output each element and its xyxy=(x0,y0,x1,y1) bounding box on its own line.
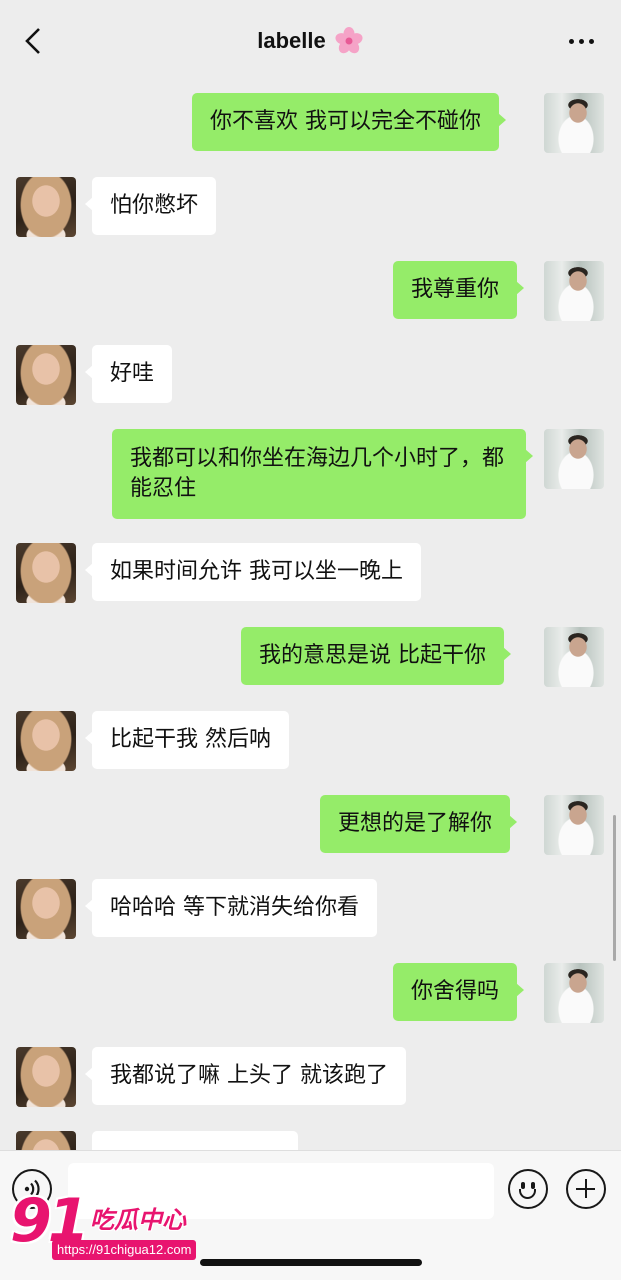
more-functions-button[interactable] xyxy=(566,1169,606,1209)
my-avatar[interactable] xyxy=(544,93,604,153)
my-avatar[interactable] xyxy=(544,627,604,687)
contact-avatar[interactable] xyxy=(16,1047,76,1107)
message-bubble[interactable]: 我尊重你 xyxy=(393,261,525,319)
more-dots-icon xyxy=(568,38,574,44)
message-text: 怕你憋坏 xyxy=(110,193,199,218)
message-text: 更想的是了解你 xyxy=(338,811,493,836)
message-text: 我都可以和你坐在海边几个小时了，都能忍住 xyxy=(130,446,505,501)
message-bubble[interactable]: 我都可以和你坐在海边几个小时了，都能忍住 xyxy=(112,429,533,519)
message-text: 如果时间允许 我可以坐一晚上 xyxy=(110,559,403,584)
chevron-left-icon xyxy=(25,28,40,54)
my-avatar[interactable] xyxy=(544,429,604,489)
back-button[interactable] xyxy=(18,24,48,58)
watermark-url: https://91chigua12.com xyxy=(52,1240,197,1260)
message-text: 你不喜欢 我可以完全不碰你 xyxy=(210,109,481,134)
message-list[interactable]: 你不喜欢 我可以完全不碰你 怕你憋坏 我尊重你 好哇 我都可以和你坐在海边几个小… xyxy=(0,82,621,1150)
message-text: 我的意思是说 比起干你 xyxy=(259,643,486,668)
chat-header: labelle xyxy=(0,0,621,82)
message-bubble[interactable] xyxy=(92,1131,298,1150)
message-bubble[interactable]: 如果时间允许 我可以坐一晚上 xyxy=(85,543,421,601)
message-text: 比起干我 然后呐 xyxy=(110,727,271,752)
scrollbar[interactable] xyxy=(613,815,616,961)
message-text: 好哇 xyxy=(110,361,155,386)
message-text: 你舍得吗 xyxy=(411,979,500,1004)
contact-name: labelle xyxy=(257,28,326,53)
contact-avatar[interactable] xyxy=(16,879,76,939)
message-bubble[interactable]: 你舍得吗 xyxy=(393,963,525,1021)
watermark: 91 吃瓜中心 https://91chigua12.com xyxy=(6,1190,206,1270)
message-bubble[interactable]: 你不喜欢 我可以完全不碰你 xyxy=(192,93,506,151)
contact-avatar[interactable] xyxy=(16,1131,76,1150)
message-bubble[interactable]: 我都说了嘛 上头了 就该跑了 xyxy=(85,1047,406,1105)
contact-avatar[interactable] xyxy=(16,177,76,237)
message-bubble[interactable]: 哈哈哈 等下就消失给你看 xyxy=(85,879,377,937)
message-bubble[interactable]: 更想的是了解你 xyxy=(320,795,518,853)
contact-avatar[interactable] xyxy=(16,345,76,405)
message-bubble[interactable]: 怕你憋坏 xyxy=(84,177,217,235)
my-avatar[interactable] xyxy=(544,261,604,321)
message-bubble[interactable]: 比起干我 然后呐 xyxy=(85,711,289,769)
my-avatar[interactable] xyxy=(544,795,604,855)
message-bubble[interactable]: 我的意思是说 比起干你 xyxy=(241,627,511,685)
message-text: 我尊重你 xyxy=(411,277,500,302)
message-bubble[interactable]: 好哇 xyxy=(84,345,173,403)
message-text: 我都说了嘛 上头了 就该跑了 xyxy=(110,1063,388,1088)
watermark-text: 吃瓜中心 xyxy=(90,1206,186,1234)
emoji-button[interactable] xyxy=(508,1169,548,1209)
contact-avatar[interactable] xyxy=(16,711,76,771)
cherry-blossom-icon xyxy=(335,27,363,54)
message-text: 哈哈哈 等下就消失给你看 xyxy=(110,895,359,920)
contact-avatar[interactable] xyxy=(16,543,76,603)
home-indicator xyxy=(200,1259,422,1266)
more-options-button[interactable] xyxy=(563,28,599,54)
chat-title[interactable]: labelle xyxy=(257,26,363,56)
my-avatar[interactable] xyxy=(544,963,604,1023)
